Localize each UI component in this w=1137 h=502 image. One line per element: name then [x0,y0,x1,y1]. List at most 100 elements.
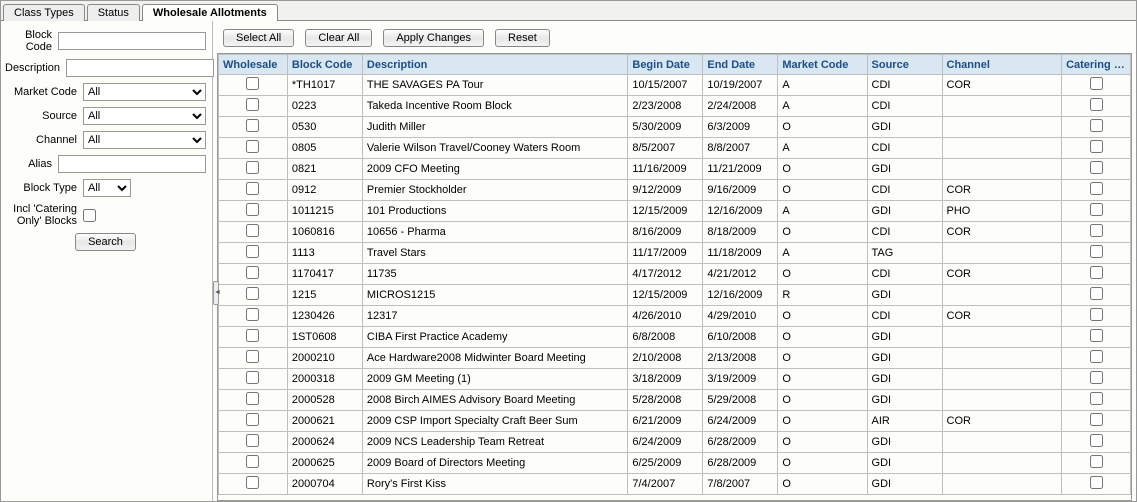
catering-only-row-checkbox[interactable] [1090,245,1103,258]
wholesale-checkbox[interactable] [246,371,259,384]
cell-end-date: 12/16/2009 [703,285,778,306]
cell-begin-date: 3/18/2009 [628,369,703,390]
table-row[interactable]: 1230426123174/26/20104/29/2010OCDICOR [219,306,1131,327]
catering-only-row-checkbox[interactable] [1090,203,1103,216]
col-end-date[interactable]: End Date [703,55,778,75]
wholesale-checkbox[interactable] [246,98,259,111]
catering-only-row-checkbox[interactable] [1090,98,1103,111]
catering-only-row-checkbox[interactable] [1090,308,1103,321]
catering-only-row-checkbox[interactable] [1090,350,1103,363]
table-row[interactable]: 1011215101 Productions12/15/200912/16/20… [219,201,1131,222]
catering-only-row-checkbox[interactable] [1090,329,1103,342]
table-row[interactable]: 1170417117354/17/20124/21/2012OCDICOR [219,264,1131,285]
catering-only-row-checkbox[interactable] [1090,140,1103,153]
wholesale-checkbox[interactable] [246,203,259,216]
catering-only-row-checkbox[interactable] [1090,455,1103,468]
wholesale-checkbox[interactable] [246,224,259,237]
wholesale-checkbox[interactable] [246,119,259,132]
catering-only-checkbox[interactable] [83,209,96,222]
table-row[interactable]: 2000210Ace Hardware2008 Midwinter Board … [219,348,1131,369]
table-row[interactable]: 0223Takeda Incentive Room Block2/23/2008… [219,96,1131,117]
wholesale-checkbox[interactable] [246,329,259,342]
col-catering-only[interactable]: Catering Only [1062,55,1131,75]
table-row[interactable]: 0530Judith Miller5/30/20096/3/2009OGDI [219,117,1131,138]
wholesale-checkbox[interactable] [246,455,259,468]
table-row[interactable]: 106081610656 - Pharma8/16/20098/18/2009O… [219,222,1131,243]
catering-only-row-checkbox[interactable] [1090,371,1103,384]
wholesale-checkbox[interactable] [246,434,259,447]
wholesale-checkbox[interactable] [246,140,259,153]
catering-only-row-checkbox[interactable] [1090,77,1103,90]
cell-channel: COR [942,180,1062,201]
col-block-code[interactable]: Block Code [287,55,362,75]
source-select[interactable]: All [83,107,206,125]
table-row[interactable]: 1215MICROS121512/15/200912/16/2009RGDI [219,285,1131,306]
table-row[interactable]: 0912Premier Stockholder9/12/20099/16/200… [219,180,1131,201]
tab-wholesale-allotments[interactable]: Wholesale Allotments [142,4,278,21]
block-type-select[interactable]: All [83,179,131,197]
table-row[interactable]: 20006242009 NCS Leadership Team Retreat6… [219,432,1131,453]
channel-select[interactable]: All [83,131,206,149]
wholesale-checkbox[interactable] [246,392,259,405]
reset-button[interactable]: Reset [495,29,550,47]
col-wholesale[interactable]: Wholesale [219,55,288,75]
table-row[interactable]: 20006252009 Board of Directors Meeting6/… [219,453,1131,474]
wholesale-checkbox[interactable] [246,413,259,426]
col-begin-date[interactable]: Begin Date [628,55,703,75]
clear-all-button[interactable]: Clear All [305,29,372,47]
catering-only-row-checkbox[interactable] [1090,119,1103,132]
table-row[interactable]: 2000704Rory's First Kiss7/4/20077/8/2007… [219,474,1131,495]
catering-only-row-checkbox[interactable] [1090,266,1103,279]
table-row[interactable]: 20006212009 CSP Import Specialty Craft B… [219,411,1131,432]
catering-only-row-checkbox[interactable] [1090,161,1103,174]
cell-source: CDI [867,96,942,117]
wholesale-checkbox[interactable] [246,308,259,321]
apply-changes-button[interactable]: Apply Changes [383,29,484,47]
select-all-button[interactable]: Select All [223,29,294,47]
cell-block-code: 1170417 [287,264,362,285]
catering-only-row-checkbox[interactable] [1090,224,1103,237]
alias-input[interactable] [58,155,206,173]
catering-only-row-checkbox[interactable] [1090,476,1103,489]
col-source[interactable]: Source [867,55,942,75]
label-description: Description [5,62,66,74]
catering-only-row-checkbox[interactable] [1090,287,1103,300]
wholesale-checkbox[interactable] [246,476,259,489]
grid-scroll[interactable]: Wholesale Block Code Description Begin D… [217,53,1132,501]
wholesale-checkbox[interactable] [246,182,259,195]
cell-end-date: 7/8/2007 [703,474,778,495]
table-row[interactable]: 0805Valerie Wilson Travel/Cooney Waters … [219,138,1131,159]
cell-end-date: 3/19/2009 [703,369,778,390]
tab-status[interactable]: Status [87,4,140,21]
search-button[interactable]: Search [75,233,136,251]
cell-begin-date: 8/5/2007 [628,138,703,159]
col-description[interactable]: Description [362,55,627,75]
col-market-code[interactable]: Market Code [778,55,867,75]
label-catering-only: Incl 'Catering Only' Blocks [5,203,83,227]
table-row[interactable]: 1ST0608CIBA First Practice Academy6/8/20… [219,327,1131,348]
catering-only-row-checkbox[interactable] [1090,434,1103,447]
cell-end-date: 6/3/2009 [703,117,778,138]
wholesale-checkbox[interactable] [246,77,259,90]
table-row[interactable]: 1113Travel Stars11/17/200911/18/2009ATAG [219,243,1131,264]
col-channel[interactable]: Channel [942,55,1062,75]
table-row[interactable]: 20005282008 Birch AIMES Advisory Board M… [219,390,1131,411]
tab-class-types[interactable]: Class Types [3,4,85,21]
cell-channel: COR [942,306,1062,327]
wholesale-checkbox[interactable] [246,287,259,300]
wholesale-checkbox[interactable] [246,350,259,363]
wholesale-checkbox[interactable] [246,266,259,279]
wholesale-checkbox[interactable] [246,161,259,174]
catering-only-row-checkbox[interactable] [1090,392,1103,405]
table-row[interactable]: 08212009 CFO Meeting11/16/200911/21/2009… [219,159,1131,180]
catering-only-row-checkbox[interactable] [1090,413,1103,426]
table-row[interactable]: 20003182009 GM Meeting (1)3/18/20093/19/… [219,369,1131,390]
catering-only-row-checkbox[interactable] [1090,182,1103,195]
table-row[interactable]: *TH1017THE SAVAGES PA Tour10/15/200710/1… [219,75,1131,96]
block-code-input[interactable] [58,32,206,50]
description-input[interactable] [66,59,214,77]
market-code-select[interactable]: All [83,83,206,101]
panel-collapse-icon[interactable] [213,281,219,305]
wholesale-checkbox[interactable] [246,245,259,258]
cell-end-date: 8/8/2007 [703,138,778,159]
